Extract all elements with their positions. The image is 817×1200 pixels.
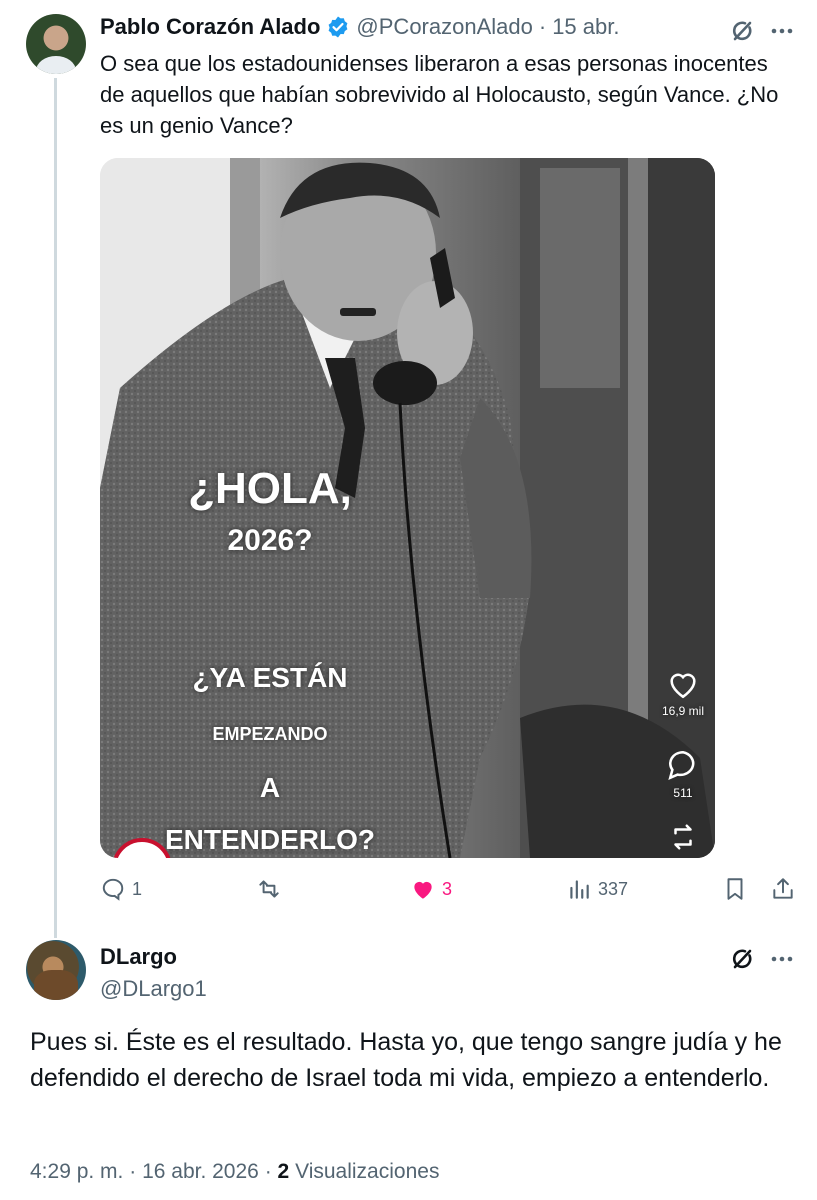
like-button[interactable]: 3 xyxy=(410,876,452,902)
views-count: 337 xyxy=(598,878,629,899)
repost-arrows-icon xyxy=(674,824,692,850)
tweet-date[interactable]: 15 abr. xyxy=(552,14,619,40)
comment-bubble-icon xyxy=(668,750,695,780)
avatar[interactable] xyxy=(26,940,86,1000)
tweet-media-image[interactable]: ¿HOLA, 2026? ¿YA ESTÁN EMPEZANDO A ENTEN… xyxy=(100,158,715,858)
tweet-meta: 4:29 p. m. · 16 abr. 2026 · 2 Visualizac… xyxy=(30,1160,439,1184)
avatar[interactable] xyxy=(26,14,86,74)
author-name[interactable]: DLargo xyxy=(100,944,177,970)
reply-count: 1 xyxy=(132,878,143,899)
overlay-text-line4: EMPEZANDO xyxy=(212,724,328,744)
repost-icon xyxy=(259,880,279,898)
author-name[interactable]: Pablo Corazón Alado xyxy=(100,14,320,40)
overlay-share xyxy=(663,822,703,852)
heart-outline-icon xyxy=(670,673,696,699)
bookmark-button[interactable] xyxy=(722,876,748,902)
overlay-comments: 511 xyxy=(663,748,703,800)
overlay-text-line1: ¿HOLA, xyxy=(188,464,352,513)
overlay-text-line2: 2026? xyxy=(227,524,313,557)
thread-connector-line xyxy=(54,78,57,938)
separator-dot: · xyxy=(264,1160,272,1183)
views-bar-chart-icon xyxy=(570,880,589,899)
repost-button[interactable] xyxy=(256,876,282,902)
overlay-text-line6: ENTENDERLO? xyxy=(165,824,375,855)
overlay-like: 16,9 mil xyxy=(661,668,705,718)
reply-button[interactable]: 1 xyxy=(100,876,142,902)
views-button[interactable]: 337 xyxy=(566,876,628,902)
share-icon xyxy=(773,878,793,899)
like-count: 3 xyxy=(442,878,453,899)
tweet-header: Pablo Corazón Alado @PCorazonAlado · 15 … xyxy=(100,14,619,40)
views-label: Visualizaciones xyxy=(295,1160,440,1183)
grok-icon[interactable] xyxy=(728,16,758,46)
more-options-icon[interactable] xyxy=(768,945,796,973)
author-handle[interactable]: @PCorazonAlado xyxy=(356,14,532,40)
verified-badge-icon xyxy=(329,16,348,38)
tweet-time[interactable]: 4:29 p. m. xyxy=(30,1160,123,1183)
more-options-icon[interactable] xyxy=(768,17,796,45)
tweet-text: Pues si. Éste es el resultado. Hasta yo,… xyxy=(30,1028,782,1092)
bookmark-icon xyxy=(727,878,743,900)
share-button[interactable] xyxy=(770,876,796,902)
overlay-text-line3: ¿YA ESTÁN xyxy=(192,662,348,693)
overlay-comment-count: 511 xyxy=(673,786,693,800)
heart-filled-icon xyxy=(414,881,432,899)
author-handle[interactable]: @DLargo1 xyxy=(100,976,207,1002)
tweet-text: O sea que los estadounidenses liberaron … xyxy=(100,51,779,138)
overlay-text-line5: A xyxy=(259,772,281,803)
overlay-like-count: 16,9 mil xyxy=(661,704,705,718)
separator-dot: · xyxy=(538,14,547,39)
views-count: 2 xyxy=(277,1160,290,1183)
reply-icon xyxy=(102,878,124,901)
separator-dot: · xyxy=(129,1160,137,1183)
tweet-date[interactable]: 16 abr. 2026 xyxy=(142,1160,259,1183)
tweet-actions: 1 3 337 xyxy=(100,876,800,912)
grok-icon[interactable] xyxy=(728,944,758,974)
